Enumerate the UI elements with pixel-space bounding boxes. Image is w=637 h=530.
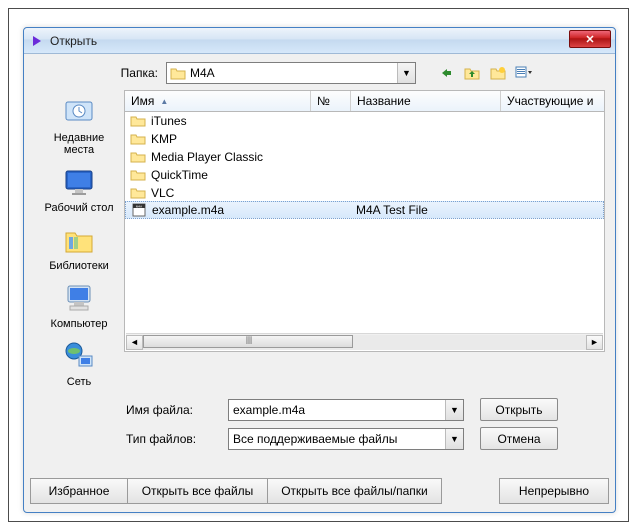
folder-row[interactable]: VLC — [125, 184, 604, 202]
folder-icon — [170, 65, 186, 81]
chevron-down-icon: ▼ — [397, 63, 415, 83]
folder-icon — [129, 132, 147, 146]
file-list[interactable]: iTunes KMP Media Player Classic QuickTime VL… — [124, 112, 605, 352]
col-name[interactable]: Имя▲ — [125, 91, 311, 111]
folder-icon — [129, 168, 147, 182]
folder-dropdown[interactable]: M4A ▼ — [166, 62, 416, 84]
file-icon: M4A — [130, 203, 148, 217]
cancel-button[interactable]: Отмена — [480, 427, 558, 450]
folder-row[interactable]: KMP — [125, 130, 604, 148]
network-icon — [61, 338, 97, 374]
file-row[interactable]: M4A example.m4a M4A Test File — [125, 201, 604, 219]
filename-label: Имя файла: — [126, 403, 228, 417]
computer-icon — [61, 280, 97, 316]
favorites-button[interactable]: Избранное — [30, 478, 128, 504]
titlebar: Открыть ✕ — [24, 28, 615, 54]
continuous-button[interactable]: Непрерывно — [499, 478, 609, 504]
place-label: Сеть — [67, 376, 91, 388]
place-recent[interactable]: Недавние места — [39, 94, 119, 156]
scroll-left-icon[interactable]: ◄ — [126, 335, 143, 350]
file-name: KMP — [147, 132, 311, 146]
horizontal-scrollbar[interactable]: ◄ ⦀⦀ ► — [126, 333, 603, 350]
scroll-thumb[interactable]: ⦀⦀ — [143, 335, 353, 348]
open-all-files-button[interactable]: Открыть все файлы — [128, 478, 268, 504]
close-icon: ✕ — [585, 33, 594, 46]
col-title[interactable]: Название — [351, 91, 501, 111]
folder-row[interactable]: Media Player Classic — [125, 148, 604, 166]
libraries-icon — [61, 222, 97, 258]
open-all-folders-button[interactable]: Открыть все файлы/папки — [268, 478, 442, 504]
file-name: Media Player Classic — [147, 150, 311, 164]
open-button[interactable]: Открыть — [480, 398, 558, 421]
place-label: Компьютер — [51, 318, 108, 330]
place-libraries[interactable]: Библиотеки — [39, 222, 119, 272]
place-label: Недавние места — [39, 132, 119, 156]
up-button[interactable] — [462, 63, 482, 83]
chevron-down-icon: ▼ — [445, 400, 463, 420]
back-button[interactable] — [436, 63, 456, 83]
file-title: M4A Test File — [352, 203, 502, 217]
svg-text:M4A: M4A — [136, 205, 142, 209]
recent-places-icon — [61, 94, 97, 130]
chevron-down-icon: ▼ — [445, 429, 463, 449]
place-label: Рабочий стол — [44, 202, 113, 214]
filetype-label: Тип файлов: — [126, 432, 228, 446]
place-label: Библиотеки — [49, 260, 109, 272]
open-dialog: Открыть ✕ Папка: M4A ▼ — [23, 27, 616, 513]
folder-icon — [129, 114, 147, 128]
place-computer[interactable]: Компьютер — [39, 280, 119, 330]
filename-input[interactable]: example.m4a ▼ — [228, 399, 464, 421]
column-headers: Имя▲ № Название Участвующие и — [124, 90, 605, 112]
places-bar: Недавние места Рабочий стол Библиотеки — [34, 90, 124, 388]
view-menu-button[interactable] — [514, 63, 534, 83]
folder-icon — [129, 186, 147, 200]
file-name: iTunes — [147, 114, 311, 128]
col-no[interactable]: № — [311, 91, 351, 111]
window-title: Открыть — [50, 34, 97, 48]
filetype-dropdown[interactable]: Все поддерживаемые файлы ▼ — [228, 428, 464, 450]
folder-row[interactable]: QuickTime — [125, 166, 604, 184]
close-button[interactable]: ✕ — [569, 30, 611, 48]
app-icon — [30, 34, 44, 48]
lookin-label: Папка: — [106, 66, 158, 80]
new-folder-button[interactable] — [488, 63, 508, 83]
place-desktop[interactable]: Рабочий стол — [39, 164, 119, 214]
file-name: VLC — [147, 186, 311, 200]
scroll-right-icon[interactable]: ► — [586, 335, 603, 350]
place-network[interactable]: Сеть — [39, 338, 119, 388]
file-name: example.m4a — [148, 203, 312, 217]
folder-row[interactable]: iTunes — [125, 112, 604, 130]
folder-name: M4A — [190, 66, 397, 80]
sort-asc-icon: ▲ — [160, 97, 168, 106]
desktop-icon — [61, 164, 97, 200]
folder-icon — [129, 150, 147, 164]
col-participants[interactable]: Участвующие и — [501, 91, 604, 111]
file-name: QuickTime — [147, 168, 311, 182]
